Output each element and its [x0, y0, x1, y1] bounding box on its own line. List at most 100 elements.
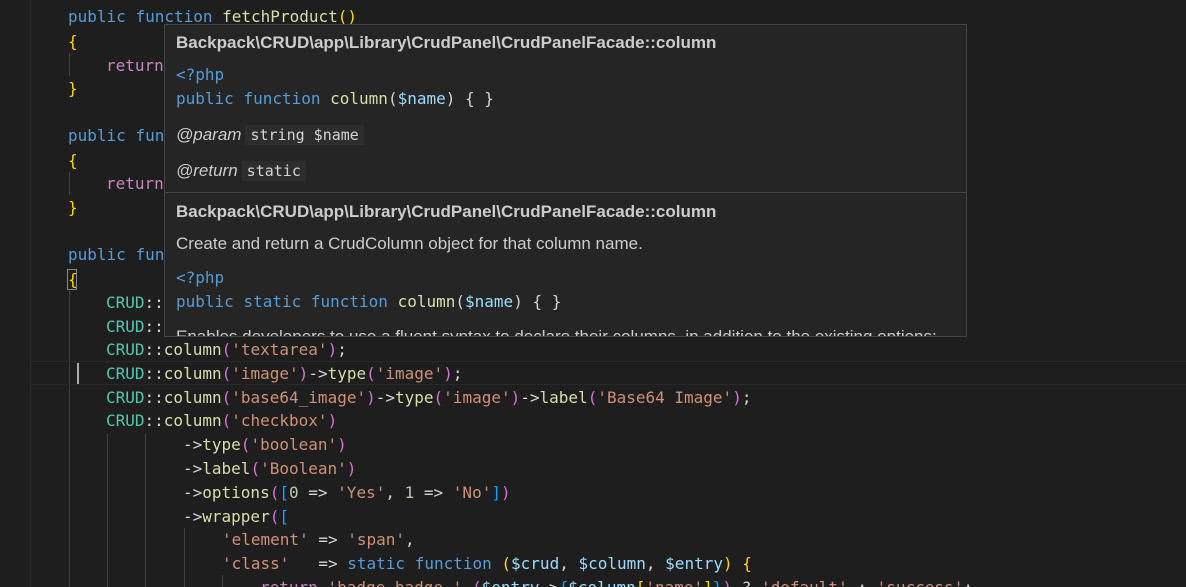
- separator: ,: [645, 554, 666, 573]
- bracket: (: [269, 483, 280, 502]
- operator: :: [857, 578, 867, 587]
- param-tag: @param: [176, 125, 242, 144]
- function-name: wrapper: [202, 507, 270, 526]
- indent-guide: [69, 53, 70, 76]
- param-value: string $name: [245, 125, 364, 145]
- variable: $crud: [511, 554, 560, 573]
- function-name: type: [202, 435, 241, 454]
- code-line[interactable]: ->label('Boolean'): [183, 457, 356, 481]
- bracket: {: [559, 578, 569, 587]
- bracket: }: [713, 578, 723, 587]
- code-line[interactable]: {: [68, 268, 78, 292]
- code-line[interactable]: {: [68, 149, 78, 173]
- keyword: public: [68, 245, 126, 264]
- keyword: public: [176, 89, 234, 108]
- indent-guide: [30, 0, 31, 587]
- code-line[interactable]: {: [68, 30, 78, 54]
- bracket: ): [500, 483, 511, 502]
- string-literal: 'class': [222, 554, 290, 573]
- string-literal: 'name': [645, 578, 703, 587]
- bracket: ): [327, 411, 338, 430]
- bracket: (: [387, 89, 398, 108]
- code-line[interactable]: return: [106, 172, 164, 196]
- bracket: (: [240, 435, 251, 454]
- code-line[interactable]: return: [106, 54, 164, 78]
- class-name: CRUD: [106, 317, 145, 336]
- bracket: ]: [491, 483, 501, 502]
- string-literal: 'badge badge-': [327, 578, 462, 587]
- operator: ::: [144, 317, 164, 336]
- hover-signature: public static function column($name) { }: [176, 292, 561, 311]
- class-name: CRUD: [106, 388, 145, 407]
- string-literal: 'boolean': [250, 435, 338, 454]
- hover-php-tag: <?php: [176, 65, 224, 84]
- variable: $entry: [482, 578, 540, 587]
- bracket: (: [221, 411, 232, 430]
- operator: ->: [183, 459, 203, 478]
- class-name: CRUD: [106, 293, 145, 312]
- hover-divider: [165, 192, 966, 193]
- function-name: options: [202, 483, 270, 502]
- bracket: (: [221, 340, 232, 359]
- class-name: CRUD: [106, 364, 145, 383]
- operator: =>: [423, 483, 444, 502]
- operator: ->: [183, 483, 203, 502]
- operator: ::: [144, 411, 164, 430]
- bracket: ): [510, 388, 521, 407]
- indent-guide: [107, 434, 108, 587]
- php-tag: <?php: [176, 268, 225, 287]
- keyword: static: [243, 292, 302, 311]
- bracket: ): [366, 388, 376, 407]
- operator: ::: [144, 364, 164, 383]
- code-line[interactable]: ->type('boolean'): [183, 433, 347, 457]
- code-line[interactable]: 'class' => static function ($crud, $colu…: [222, 552, 752, 576]
- variable: $column: [578, 554, 646, 573]
- code-line[interactable]: CRUD::column('textarea');: [106, 338, 347, 362]
- function-name: column: [397, 292, 456, 311]
- code-line[interactable]: CRUD::column('base64_image')->type('imag…: [106, 386, 751, 410]
- operator: ->: [539, 578, 558, 587]
- bracket: [: [279, 483, 289, 502]
- code-line[interactable]: }: [68, 196, 78, 220]
- code-line[interactable]: public fun: [68, 243, 164, 267]
- code-line[interactable]: CRUD::: [106, 291, 164, 315]
- function-name: column: [163, 364, 222, 383]
- indent-guide: [69, 172, 70, 195]
- bracket: (: [472, 578, 482, 587]
- code-line[interactable]: }: [68, 77, 78, 101]
- code-line[interactable]: CRUD::column('checkbox'): [106, 409, 337, 433]
- code-line[interactable]: 'element' => 'span',: [222, 528, 415, 552]
- string-literal: 'Boolean': [260, 459, 347, 478]
- keyword: fun: [135, 245, 165, 264]
- code-line[interactable]: public fun: [68, 124, 164, 148]
- bracket: (: [455, 292, 466, 311]
- code-line[interactable]: ->wrapper([: [183, 505, 289, 529]
- bracket: [: [279, 507, 289, 526]
- bracket: (: [221, 364, 232, 383]
- number-literal: 0: [288, 483, 299, 502]
- code-line[interactable]: CRUD::: [106, 315, 164, 339]
- code-line[interactable]: return 'badge badge-'.($entry->{$column[…: [260, 576, 973, 587]
- code-editor[interactable]: public function fetchProduct() { return …: [0, 0, 1186, 587]
- bracket: ): [732, 388, 742, 407]
- operator: ->: [308, 364, 328, 383]
- hover-tooltip[interactable]: Backpack\CRUD\app\Library\CrudPanel\Crud…: [164, 24, 967, 337]
- function-name: type: [327, 364, 367, 383]
- operator: ->: [375, 388, 395, 407]
- string-literal: 'image': [375, 364, 444, 383]
- separator: ,: [385, 483, 405, 502]
- terminator: ;: [741, 388, 752, 407]
- keyword: public: [68, 7, 126, 26]
- string-literal: 'span': [347, 530, 406, 549]
- operator: =>: [308, 483, 328, 502]
- hover-title: Backpack\CRUD\app\Library\CrudPanel\Crud…: [176, 33, 717, 52]
- keyword: function: [414, 554, 492, 573]
- string-literal: 'Base64 Image': [597, 388, 733, 407]
- code-line[interactable]: CRUD::column('image')->type('image');: [106, 362, 462, 386]
- string-literal: 'element': [222, 530, 309, 549]
- terminator: ;: [452, 364, 463, 383]
- keyword: return: [260, 578, 318, 587]
- code-line[interactable]: ->options([0 => 'Yes', 1 => 'No']): [183, 481, 511, 505]
- signature-rest: ) { }: [445, 89, 494, 108]
- bracket: (: [587, 388, 598, 407]
